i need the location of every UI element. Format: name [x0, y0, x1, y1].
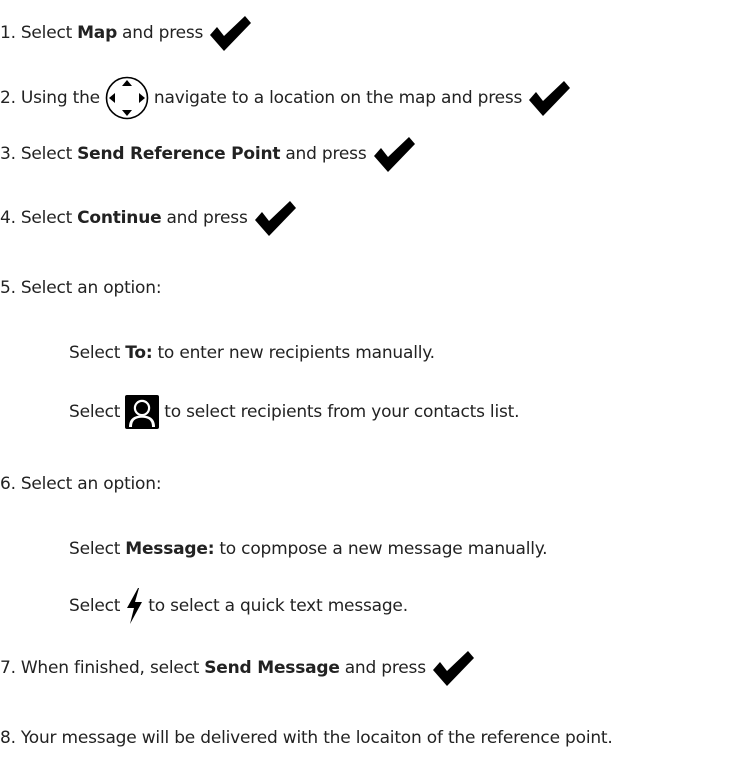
dpad-icon: [105, 76, 149, 120]
step-3: 3. Select Send Reference Point and press: [0, 135, 416, 173]
step-term: Map: [77, 23, 118, 43]
step-text: and press: [344, 658, 426, 678]
option-term: To:: [125, 343, 153, 363]
checkmark-icon: [208, 14, 252, 52]
step-term: Send Message: [204, 658, 340, 678]
step-number: 2.: [0, 88, 16, 108]
step-text: Select an option:: [20, 474, 162, 494]
step-text: and press: [122, 23, 204, 43]
step-number: 4.: [0, 208, 16, 228]
step-1: 1. Select Map and press: [0, 14, 252, 52]
step-text: Select: [20, 144, 73, 164]
step-text: and press: [166, 208, 248, 228]
step-text: Using the: [20, 88, 100, 108]
option-to-field: Select To: to enter new recipients manua…: [69, 343, 435, 363]
option-text: Select: [69, 539, 121, 559]
step-text: navigate to a location on the map and pr…: [153, 88, 523, 108]
step-6: 6. Select an option:: [0, 474, 162, 494]
step-text: Select an option:: [20, 278, 162, 298]
step-text: Select: [20, 23, 73, 43]
step-2: 2. Using the navigate to a location on t…: [0, 76, 571, 120]
step-term: Send Reference Point: [77, 144, 281, 164]
step-7: 7. When finished, select Send Message an…: [0, 649, 475, 687]
step-term: Continue: [77, 208, 162, 228]
checkmark-icon: [372, 135, 416, 173]
lightning-bolt-icon: [125, 588, 143, 624]
step-number: 8.: [0, 728, 16, 748]
option-text: Select: [69, 343, 121, 363]
option-quick-text: Select to select a quick text message.: [69, 588, 408, 624]
checkmark-icon: [527, 79, 571, 117]
step-5: 5. Select an option:: [0, 278, 162, 298]
option-text: to enter new recipients manually.: [157, 343, 435, 363]
step-number: 3.: [0, 144, 16, 164]
step-number: 6.: [0, 474, 16, 494]
step-text: Your message will be delivered with the …: [20, 728, 613, 748]
option-text: Select: [69, 402, 121, 422]
step-number: 5.: [0, 278, 16, 298]
contact-icon: [125, 395, 160, 429]
option-text: to copmpose a new message manually.: [219, 539, 548, 559]
step-text: Select: [20, 208, 73, 228]
option-text: to select a quick text message.: [148, 596, 408, 616]
option-text: to select recipients from your contacts …: [164, 402, 520, 422]
option-text: Select: [69, 596, 121, 616]
step-number: 7.: [0, 658, 16, 678]
option-term: Message:: [125, 539, 215, 559]
step-number: 1.: [0, 23, 16, 43]
instruction-document: 1. Select Map and press 2. Using the nav…: [0, 0, 756, 758]
checkmark-icon: [253, 199, 297, 237]
option-message-field: Select Message: to copmpose a new messag…: [69, 539, 548, 559]
option-contacts: Select to select recipients from your co…: [69, 395, 520, 429]
step-text: and press: [285, 144, 367, 164]
checkmark-icon: [431, 649, 475, 687]
step-text: When finished, select: [20, 658, 200, 678]
step-4: 4. Select Continue and press: [0, 199, 297, 237]
step-8: 8. Your message will be delivered with t…: [0, 728, 613, 748]
